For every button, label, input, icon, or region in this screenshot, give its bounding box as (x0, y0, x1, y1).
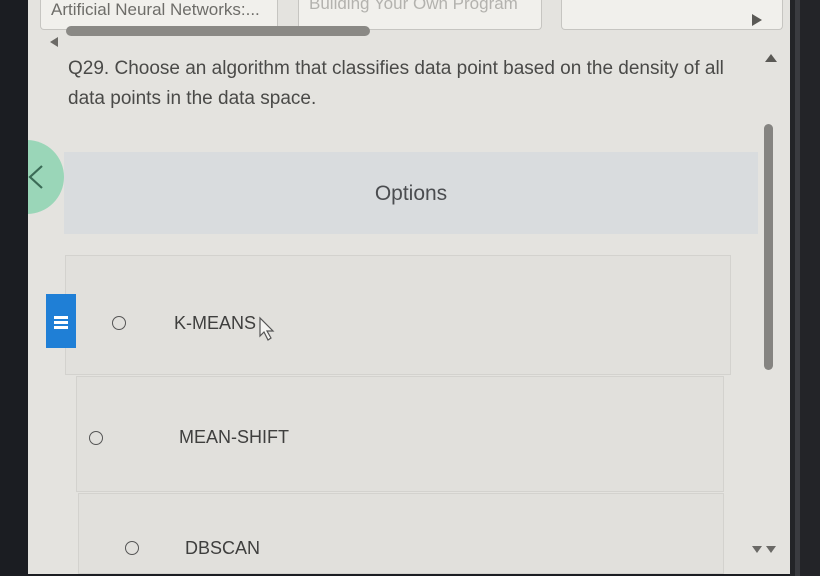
menu-button[interactable] (46, 294, 76, 348)
options-header: Options (64, 152, 758, 234)
chevron-left-icon (28, 165, 43, 189)
option-label: K-MEANS (174, 313, 257, 333)
scroll-right-arrow-icon[interactable] (752, 14, 762, 26)
mouse-cursor-icon (259, 316, 275, 341)
option-label: MEAN-SHIFT (179, 427, 289, 447)
option-mean-shift[interactable]: MEAN-SHIFT (76, 376, 724, 492)
scroll-left-arrow-icon[interactable] (50, 37, 58, 47)
tab-blank[interactable] (561, 0, 783, 30)
tab-bar: Artificial Neural Networks:... Building … (28, 0, 790, 56)
option-dbscan[interactable]: DBSCAN (78, 493, 724, 574)
option-label: DBSCAN (185, 538, 261, 558)
previous-question-button[interactable] (28, 140, 64, 214)
hamburger-line (54, 326, 68, 329)
scroll-down-arrow-icon[interactable] (752, 546, 762, 553)
horizontal-scrollbar-thumb[interactable] (66, 26, 370, 36)
scroll-down-arrow-icon[interactable] (766, 546, 776, 553)
hamburger-menu-icon (54, 316, 68, 319)
question-text: Q29. Choose an algorithm that classifies… (68, 58, 724, 109)
options-title: Options (374, 182, 448, 205)
vertical-scrollbar-thumb[interactable] (764, 124, 773, 370)
option-radio[interactable] (112, 316, 126, 330)
option-radio[interactable] (89, 431, 103, 445)
option-k-means[interactable]: K-MEANS (65, 255, 731, 375)
quiz-screen: Artificial Neural Networks:... Building … (28, 0, 790, 574)
monitor-bezel-edge (795, 0, 800, 576)
scroll-up-arrow-icon[interactable] (765, 54, 777, 62)
hamburger-line (54, 321, 68, 324)
option-radio[interactable] (125, 541, 139, 555)
